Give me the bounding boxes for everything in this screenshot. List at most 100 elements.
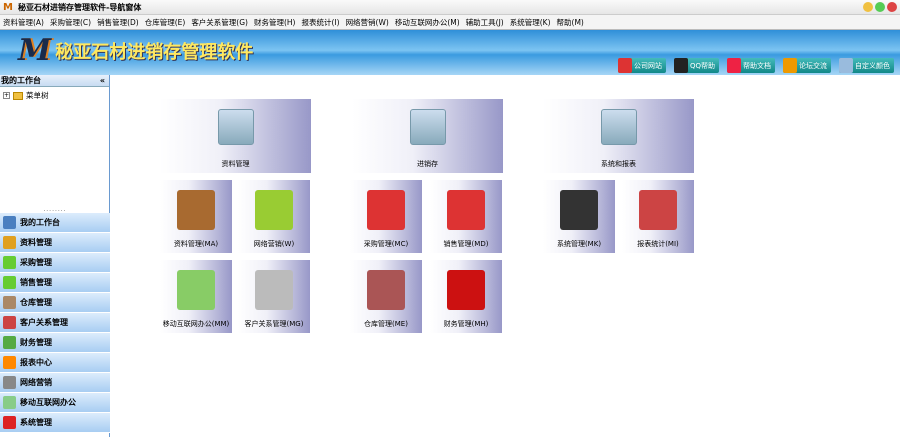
- folder-icon: [600, 109, 637, 145]
- nav-label: 我的工作台: [20, 218, 60, 227]
- tile-inventory-group[interactable]: 进销存: [352, 99, 503, 173]
- menu-mobile[interactable]: 移动互联网办公(M): [395, 17, 460, 28]
- app-logo-icon: M: [3, 1, 13, 13]
- purchase-icon: [367, 190, 405, 230]
- tile-label: 财务管理(MH): [443, 320, 489, 328]
- menu-purchase[interactable]: 采购管理(C): [50, 17, 91, 28]
- tree-item-menu[interactable]: + 菜单树: [0, 87, 109, 104]
- tile-crm[interactable]: 客户关系管理(MG): [238, 260, 310, 333]
- maximize-button[interactable]: [875, 2, 885, 12]
- warehouse-icon: [3, 296, 16, 309]
- mobile-icon: [177, 270, 215, 310]
- nav-label: 移动互联网办公: [20, 398, 76, 407]
- tile-label: 系统和报表: [601, 160, 636, 168]
- nav-item-reports[interactable]: 报表中心: [0, 353, 110, 373]
- window-title: 秘亚石材进销存管理软件-导航窗体: [18, 2, 142, 12]
- data-icon: [3, 236, 16, 249]
- nav-label: 资料管理: [20, 238, 52, 247]
- menu-tools[interactable]: 辅助工具(J): [466, 17, 504, 28]
- menu-crm[interactable]: 客户关系管理(G): [191, 17, 248, 28]
- link-label: 帮助文档: [743, 61, 771, 70]
- collapse-button[interactable]: «: [100, 76, 105, 85]
- help-docs-link[interactable]: 帮助文档: [727, 58, 775, 73]
- tile-system[interactable]: 系统管理(MK): [543, 180, 615, 253]
- crm-icon: [255, 270, 293, 310]
- tile-label: 客户关系管理(MG): [244, 320, 304, 328]
- tile-system-reports-group[interactable]: 系统和报表: [543, 99, 694, 173]
- system-icon: [3, 416, 16, 429]
- menu-sales[interactable]: 销售管理(D): [97, 17, 139, 28]
- brand-name: 秘亚石材进销存管理软件: [55, 41, 254, 63]
- mobile-icon: [3, 396, 16, 409]
- brand-logo: M: [18, 33, 52, 68]
- tile-label: 采购管理(MC): [363, 240, 409, 248]
- menu-warehouse[interactable]: 仓库管理(E): [145, 17, 186, 28]
- sales-icon: [3, 276, 16, 289]
- menu-system[interactable]: 系统管理(K): [510, 17, 551, 28]
- navigation-panel: 资料管理 进销存 系统和报表 资料管理(MA) 网络营销(W) 采购管理(MC) 销售…: [111, 75, 900, 437]
- tile-data-group[interactable]: 资料管理: [160, 99, 311, 173]
- menu-finance[interactable]: 财务管理(H): [254, 17, 296, 28]
- menu-marketing[interactable]: 网络营销(W): [346, 17, 389, 28]
- tile-purchase[interactable]: 采购管理(MC): [350, 180, 422, 253]
- nav-label: 系统管理: [20, 418, 52, 427]
- marketing-icon: [3, 376, 16, 389]
- workbench-title: 我的工作台: [1, 76, 41, 85]
- nav-item-mobile[interactable]: 移动互联网办公: [0, 393, 110, 413]
- tile-reports[interactable]: 报表统计(MI): [622, 180, 694, 253]
- nav-item-crm[interactable]: 客户关系管理: [0, 313, 110, 333]
- nav-item-purchase[interactable]: 采购管理: [0, 253, 110, 273]
- warehouse-icon: [367, 270, 405, 310]
- expand-icon[interactable]: +: [3, 92, 10, 99]
- tile-data[interactable]: 资料管理(MA): [160, 180, 232, 253]
- workbench-icon: [3, 216, 16, 229]
- title-bar: M 秘亚石材进销存管理软件-导航窗体: [0, 0, 900, 15]
- nav-label: 采购管理: [20, 258, 52, 267]
- nav-item-marketing[interactable]: 网络营销: [0, 373, 110, 393]
- system-icon: [560, 190, 598, 230]
- nav-item-warehouse[interactable]: 仓库管理: [0, 293, 110, 313]
- data-icon: [177, 190, 215, 230]
- sales-icon: [447, 190, 485, 230]
- workbench-header: 我的工作台 «: [0, 75, 109, 87]
- minimize-button[interactable]: [863, 2, 873, 12]
- tile-warehouse[interactable]: 仓库管理(ME): [350, 260, 422, 333]
- banner: M 秘亚石材进销存管理软件 公司网站 QQ帮助 帮助文档 论坛交流 自定义颜色: [0, 30, 900, 75]
- folder-icon: [409, 109, 446, 145]
- tile-label: 资料管理: [221, 160, 250, 168]
- tile-finance[interactable]: 财务管理(MH): [430, 260, 502, 333]
- nav-item-workbench[interactable]: 我的工作台: [0, 213, 110, 233]
- nav-item-data[interactable]: 资料管理: [0, 233, 110, 253]
- tile-mobile[interactable]: 移动互联网办公(MM): [160, 260, 232, 333]
- link-label: QQ帮助: [689, 61, 715, 70]
- tile-marketing[interactable]: 网络营销(W): [238, 180, 310, 253]
- tile-label: 移动互联网办公(MM): [162, 320, 230, 328]
- nav-label: 报表中心: [20, 358, 52, 367]
- qq-help-link[interactable]: QQ帮助: [673, 58, 719, 73]
- menu-reports[interactable]: 报表统计(I): [301, 17, 339, 28]
- close-button[interactable]: [887, 2, 897, 12]
- nav-item-sales[interactable]: 销售管理: [0, 273, 110, 293]
- tree-label: 菜单树: [26, 91, 49, 100]
- nav-item-system[interactable]: 系统管理: [0, 413, 110, 433]
- tile-label: 系统管理(MK): [556, 240, 602, 248]
- nav-label: 网络营销: [20, 378, 52, 387]
- tile-label: 报表统计(MI): [637, 240, 679, 248]
- reports-icon: [639, 190, 677, 230]
- company-site-link[interactable]: 公司网站: [617, 58, 666, 73]
- menu-bar: 资料管理(A) 采购管理(C) 销售管理(D) 仓库管理(E) 客户关系管理(G…: [0, 15, 900, 30]
- nav-item-finance[interactable]: 财务管理: [0, 333, 110, 353]
- forum-link[interactable]: 论坛交流: [783, 58, 831, 73]
- custom-color-link[interactable]: 自定义颜色: [839, 58, 894, 73]
- sidebar: 我的工作台 « + 菜单树 ........ 我的工作台 资料管理 采购管理 销售管理…: [0, 75, 110, 437]
- menu-data[interactable]: 资料管理(A): [3, 17, 44, 28]
- link-label: 论坛交流: [799, 61, 827, 70]
- tile-sales[interactable]: 销售管理(MD): [430, 180, 502, 253]
- forum-icon: [783, 58, 797, 73]
- tile-label: 仓库管理(ME): [364, 320, 408, 328]
- menu-help[interactable]: 帮助(M): [557, 17, 584, 28]
- reports-icon: [3, 356, 16, 369]
- purchase-icon: [3, 256, 16, 269]
- marketing-icon: [255, 190, 293, 230]
- tile-label: 资料管理(MA): [173, 240, 219, 248]
